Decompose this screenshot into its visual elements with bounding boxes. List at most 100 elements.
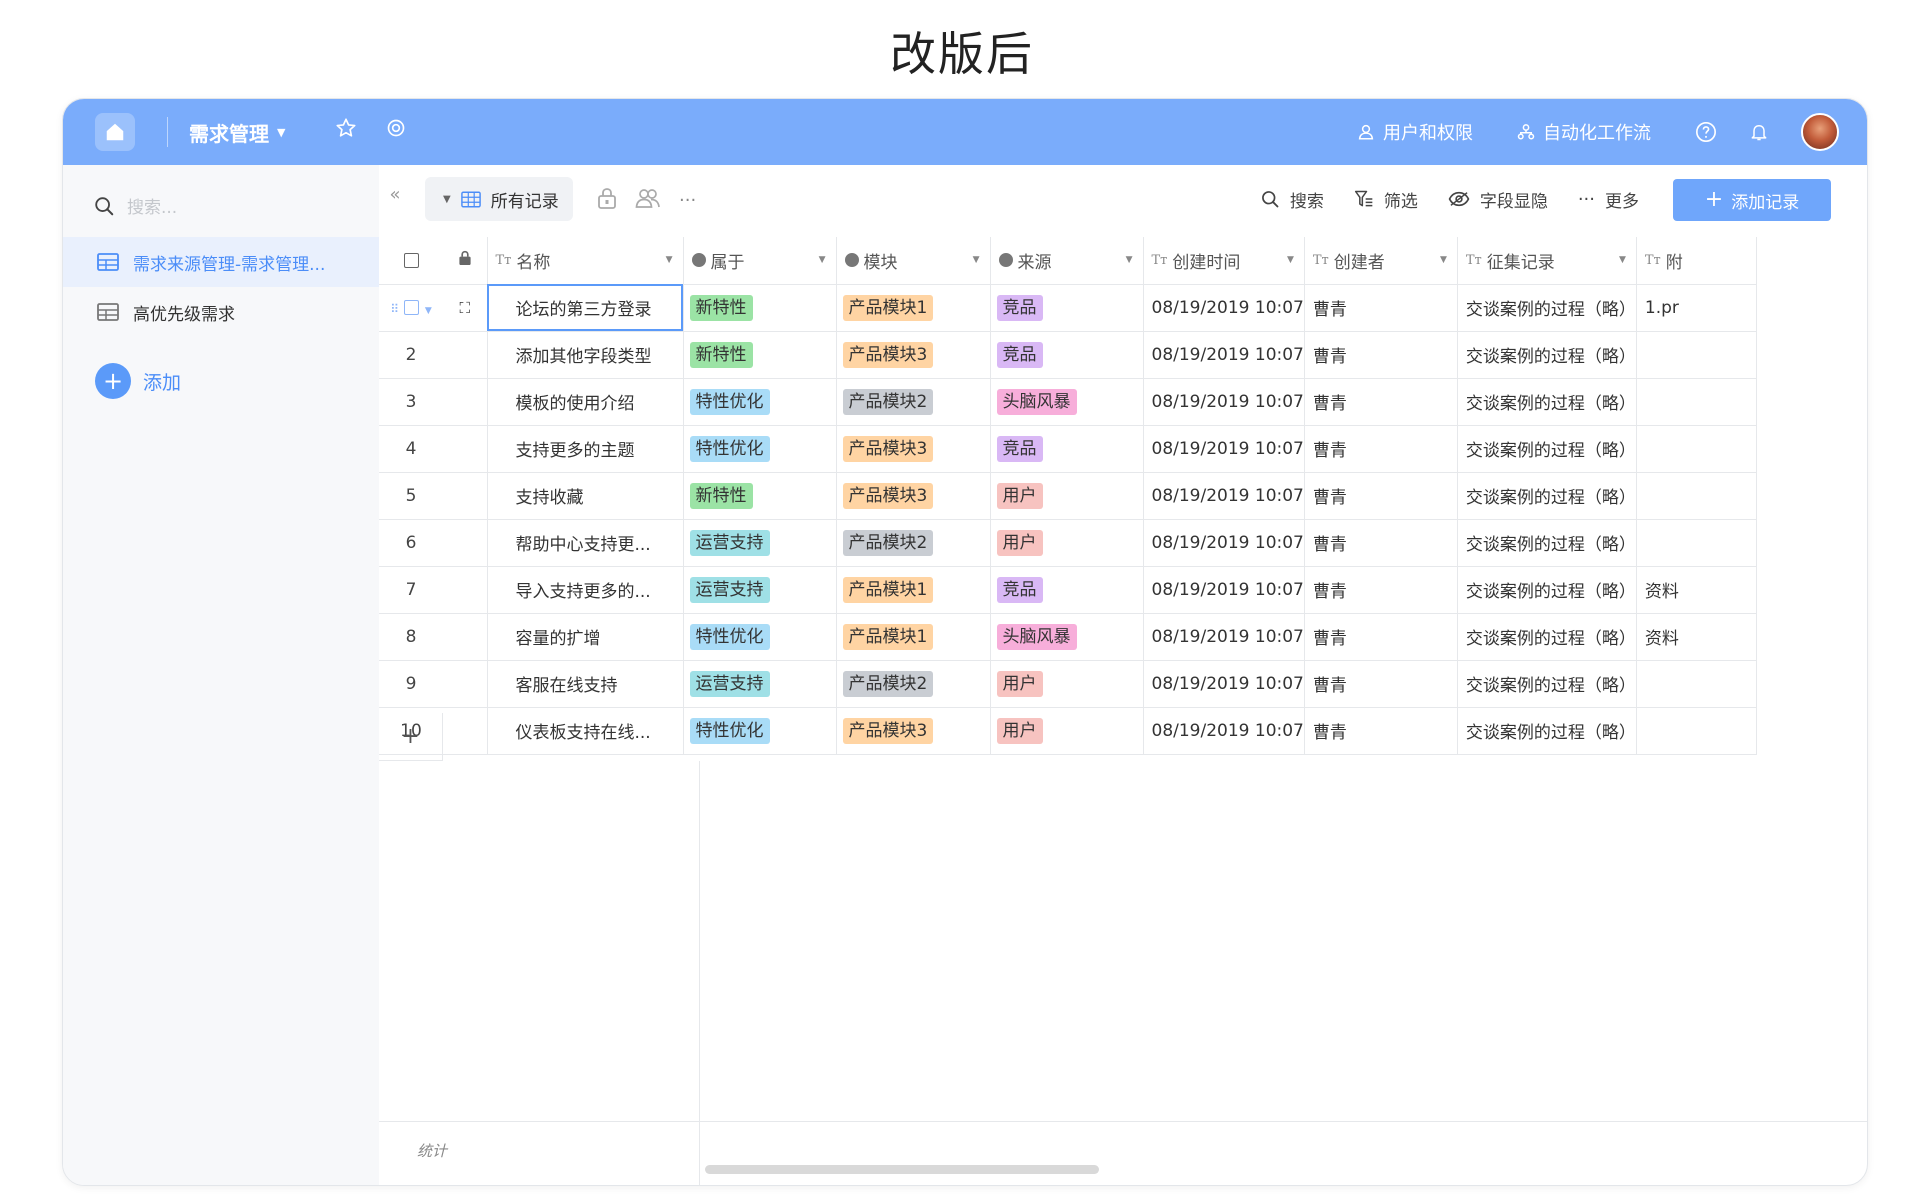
statistics-label[interactable]: 统计	[417, 1140, 447, 1161]
cell-created-time[interactable]: 08/19/2019 10:07	[1143, 707, 1305, 755]
avatar[interactable]	[1801, 113, 1839, 151]
sidebar-item-requirement-source[interactable]: 需求来源管理-需求管理...	[63, 237, 379, 287]
app-title-dropdown[interactable]: 需求管理 ▼	[189, 118, 285, 147]
column-header-belongs[interactable]: 属于 ▼	[683, 237, 837, 285]
cell-attachment[interactable]	[1636, 378, 1757, 426]
cell-belongs[interactable]: 新特性	[683, 284, 837, 332]
cell-created-time[interactable]: 08/19/2019 10:07	[1143, 519, 1305, 567]
cell-module[interactable]: 产品模块1	[836, 284, 991, 332]
table-row[interactable]: ⠿ ▼ ⛶ 论坛的第三方登录 新特性 产品模块1 竞品 08/19/2019 10:07 曹青…	[379, 284, 1757, 332]
cell-created-time[interactable]: 08/19/2019 10:07	[1143, 660, 1305, 708]
caret-down-icon[interactable]: ▼	[973, 255, 980, 265]
cell-creator[interactable]: 曹青	[1304, 378, 1458, 426]
cell-source[interactable]: 竞品	[990, 331, 1144, 379]
cell-collection[interactable]: 交谈案例的过程（略）	[1457, 378, 1637, 426]
notifications-button[interactable]	[1749, 121, 1769, 143]
table-row[interactable]: 10 仪表板支持在线... 特性优化 产品模块3 用户 08/19/2019 10:07 曹…	[379, 707, 1757, 755]
add-row-button[interactable]: +	[379, 713, 443, 761]
cell-module[interactable]: 产品模块3	[836, 425, 991, 473]
caret-down-icon[interactable]: ▼	[1440, 255, 1447, 265]
cell-belongs[interactable]: 运营支持	[683, 660, 837, 708]
cell-attachment[interactable]	[1636, 707, 1757, 755]
sidebar-item-high-priority[interactable]: 高优先级需求	[63, 287, 379, 337]
more-button[interactable]: ··· 更多	[1578, 187, 1639, 212]
drag-handle-icon[interactable]: ⠿	[390, 302, 399, 316]
cell-collection[interactable]: 交谈案例的过程（略）	[1457, 425, 1637, 473]
cell-creator[interactable]: 曹青	[1304, 660, 1458, 708]
cell-name[interactable]: 仪表板支持在线...	[487, 707, 684, 755]
cell-attachment[interactable]	[1636, 425, 1757, 473]
cell-created-time[interactable]: 08/19/2019 10:07	[1143, 613, 1305, 661]
cell-source[interactable]: 用户	[990, 660, 1144, 708]
cell-name[interactable]: 模板的使用介绍	[487, 378, 684, 426]
cell-creator[interactable]: 曹青	[1304, 613, 1458, 661]
cell-creator[interactable]: 曹青	[1304, 566, 1458, 614]
cell-collection[interactable]: 交谈案例的过程（略）	[1457, 284, 1637, 332]
column-header-collection[interactable]: Tт 征集记录 ▼	[1457, 237, 1637, 285]
table-row[interactable]: 6 帮助中心支持更... 运营支持 产品模块2 用户 08/19/2019 10:07 曹青…	[379, 519, 1757, 567]
sidebar-search[interactable]: 搜索...	[93, 193, 177, 218]
cell-name[interactable]: 客服在线支持	[487, 660, 684, 708]
table-row[interactable]: 3 模板的使用介绍 特性优化 产品模块2 头脑风暴 08/19/2019 10:07 曹青交…	[379, 378, 1757, 426]
cell-created-time[interactable]: 08/19/2019 10:07	[1143, 331, 1305, 379]
lock-view-button[interactable]	[597, 187, 617, 213]
caret-down-icon[interactable]: ▼	[1619, 255, 1626, 265]
cell-belongs[interactable]: 特性优化	[683, 707, 837, 755]
horizontal-scrollbar[interactable]	[705, 1165, 1099, 1174]
table-row[interactable]: 9 客服在线支持 运营支持 产品模块2 用户 08/19/2019 10:07 曹青 交谈案例…	[379, 660, 1757, 708]
cell-belongs[interactable]: 运营支持	[683, 566, 837, 614]
cell-module[interactable]: 产品模块3	[836, 472, 991, 520]
table-row[interactable]: 5 支持收藏 新特性 产品模块3 用户 08/19/2019 10:07 曹青 交谈案例的过程…	[379, 472, 1757, 520]
table-row[interactable]: 7 导入支持更多的... 运营支持 产品模块1 竞品 08/19/2019 10:07 曹青…	[379, 566, 1757, 614]
cell-belongs[interactable]: 新特性	[683, 331, 837, 379]
caret-down-icon[interactable]: ▼	[425, 306, 432, 316]
users-permissions-link[interactable]: 用户和权限	[1357, 119, 1473, 145]
settings-button[interactable]	[386, 118, 406, 142]
cell-module[interactable]: 产品模块3	[836, 707, 991, 755]
caret-down-icon[interactable]: ▼	[819, 255, 826, 265]
cell-belongs[interactable]: 特性优化	[683, 613, 837, 661]
cell-attachment[interactable]	[1636, 660, 1757, 708]
field-visibility-button[interactable]: 字段显隐	[1448, 187, 1548, 212]
cell-collection[interactable]: 交谈案例的过程（略）	[1457, 613, 1637, 661]
view-more-button[interactable]: ···	[679, 190, 696, 211]
view-tab-all-records[interactable]: ▼ 所有记录	[425, 177, 573, 221]
cell-name[interactable]: 添加其他字段类型	[487, 331, 684, 379]
help-button[interactable]	[1695, 121, 1717, 143]
cell-creator[interactable]: 曹青	[1304, 707, 1458, 755]
column-header-source[interactable]: 来源 ▼	[990, 237, 1144, 285]
add-record-button[interactable]: + 添加记录	[1673, 179, 1831, 221]
cell-created-time[interactable]: 08/19/2019 10:07	[1143, 284, 1305, 332]
cell-created-time[interactable]: 08/19/2019 10:07	[1143, 425, 1305, 473]
cell-collection[interactable]: 交谈案例的过程（略）	[1457, 331, 1637, 379]
caret-down-icon[interactable]: ▼	[1287, 255, 1294, 265]
cell-attachment[interactable]: 资料	[1636, 613, 1757, 661]
cell-module[interactable]: 产品模块2	[836, 660, 991, 708]
cell-module[interactable]: 产品模块1	[836, 566, 991, 614]
collaborators-button[interactable]	[635, 187, 661, 213]
column-header-creator[interactable]: Tт 创建者 ▼	[1304, 237, 1458, 285]
cell-attachment[interactable]: 1.pr	[1636, 284, 1757, 332]
cell-source[interactable]: 头脑风暴	[990, 613, 1144, 661]
cell-created-time[interactable]: 08/19/2019 10:07	[1143, 472, 1305, 520]
cell-belongs[interactable]: 运营支持	[683, 519, 837, 567]
cell-module[interactable]: 产品模块2	[836, 378, 991, 426]
cell-name[interactable]: 支持更多的主题	[487, 425, 684, 473]
checkbox[interactable]	[403, 252, 419, 268]
collapse-sidebar-button[interactable]: «	[379, 177, 411, 211]
cell-belongs[interactable]: 特性优化	[683, 425, 837, 473]
caret-down-icon[interactable]: ▼	[666, 255, 673, 265]
cell-creator[interactable]: 曹青	[1304, 472, 1458, 520]
workflow-link[interactable]: 自动化工作流	[1517, 119, 1651, 145]
column-header-created-time[interactable]: Tт 创建时间 ▼	[1143, 237, 1305, 285]
column-header-module[interactable]: 模块 ▼	[836, 237, 991, 285]
table-row[interactable]: 4 支持更多的主题 特性优化 产品模块3 竞品 08/19/2019 10:07 曹青 交谈案…	[379, 425, 1757, 473]
filter-button[interactable]: 筛选	[1354, 187, 1418, 212]
table-row[interactable]: 8 容量的扩增 特性优化 产品模块1 头脑风暴 08/19/2019 10:07 曹青 交谈案…	[379, 613, 1757, 661]
cell-collection[interactable]: 交谈案例的过程（略）	[1457, 660, 1637, 708]
cell-creator[interactable]: 曹青	[1304, 331, 1458, 379]
cell-module[interactable]: 产品模块1	[836, 613, 991, 661]
cell-name[interactable]: 容量的扩增	[487, 613, 684, 661]
cell-creator[interactable]: 曹青	[1304, 519, 1458, 567]
cell-source[interactable]: 竞品	[990, 284, 1144, 332]
